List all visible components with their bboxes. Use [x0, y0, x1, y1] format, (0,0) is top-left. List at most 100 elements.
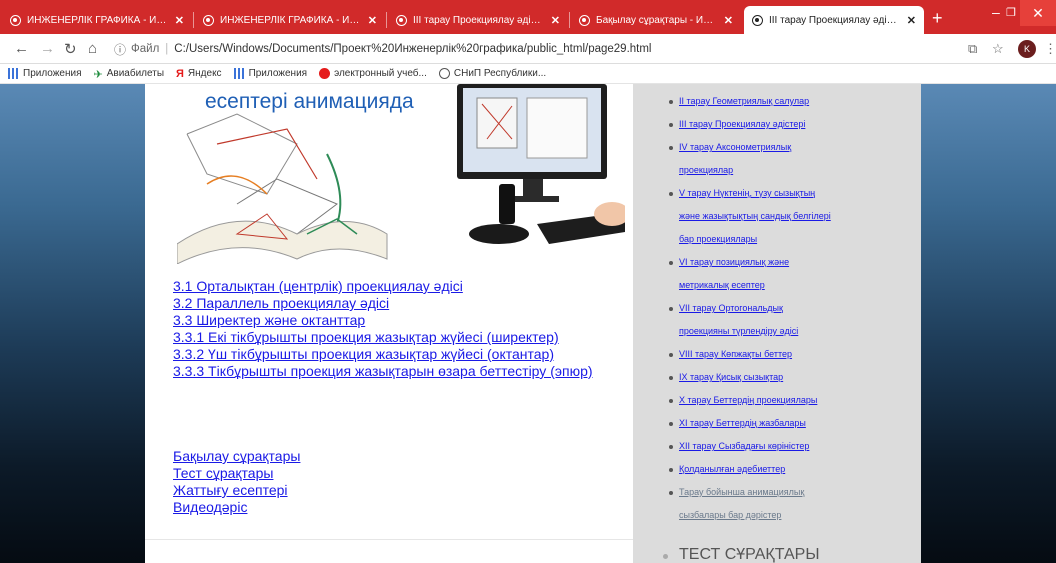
globe-icon — [579, 14, 590, 26]
sidebar-link[interactable]: VIII тарау Көпжақты беттер — [679, 349, 792, 359]
bullet-icon — [669, 100, 673, 104]
tab-label: III тарау Проекциялау әдістері — [413, 14, 545, 26]
bullet-icon — [669, 422, 673, 426]
bullet-icon — [669, 376, 673, 380]
tab-4[interactable]: Бақылау сұрақтары - ИНЖЕНЕ ✕ — [571, 6, 741, 34]
sidebar-link[interactable]: IX тарау Қисық сызықтар — [679, 372, 783, 382]
sidebar-link[interactable]: XI тарау Беттердің жазбалары — [679, 418, 806, 428]
tab-1[interactable]: ИНЖЕНЕРЛІК ГРАФИКА - ИНЖ ✕ — [2, 6, 192, 34]
sidebar-link[interactable]: VI тарау позициялық және — [679, 257, 789, 267]
apps-grid-icon — [8, 68, 19, 79]
sidebar-item: XII тарау Сызбадағы көріністер — [669, 435, 909, 458]
sidebar-link[interactable]: V тарау Нүктенің, түзу сызықтың — [679, 188, 815, 198]
yandex-icon: Я — [176, 68, 184, 80]
toc-link-3-3-1[interactable]: 3.3.1 Екі тікбұрышты проекция жазықтар ж… — [173, 329, 613, 346]
sidebar-link-cont[interactable]: сызбалары бар дәрістер — [679, 504, 909, 527]
tab-3[interactable]: III тарау Проекциялау әдістері ✕ — [388, 6, 568, 34]
test-questions-link[interactable]: Тест сұрақтары — [173, 465, 473, 482]
chapter-toc: 3.1 Орталықтан (центрлік) проекциялау әд… — [173, 278, 613, 380]
bullet-icon — [669, 491, 673, 495]
bookmark-yandex[interactable]: Я Яндекс — [176, 68, 222, 80]
bookmark-aviabilety[interactable]: ✈ Авиабилеты — [94, 68, 165, 81]
sidebar-item: Қолданылған әдебиеттер — [669, 458, 909, 481]
control-questions-link[interactable]: Бақылау сұрақтары — [173, 448, 473, 465]
sidebar-item: X тарау Беттердің проекциялары — [669, 389, 909, 412]
restore-icon[interactable]: ❐ — [1006, 6, 1016, 19]
bullet-icon — [669, 123, 673, 127]
bookmarks-bar: Приложения ✈ Авиабилеты Я Яндекс Приложе… — [0, 64, 1056, 84]
address-bar[interactable]: ⓘ Файл | C:/Users/Windows/Documents/Прое… — [114, 39, 944, 59]
bullet-icon — [669, 468, 673, 472]
close-icon[interactable]: ✕ — [724, 14, 733, 27]
back-icon[interactable]: ← — [14, 40, 29, 57]
divider — [145, 539, 633, 540]
sidebar-item: IV тарау Аксонометриялық проекциялар — [669, 136, 909, 182]
bookmark-apps-2[interactable]: Приложения — [233, 68, 307, 79]
sidebar: II тарау Геометриялық салулар III тарау … — [633, 84, 921, 563]
sidebar-link[interactable]: XII тарау Сызбадағы көріністер — [679, 441, 809, 451]
sidebar-heading: ТЕСТ СҰРАҚТАРЫ — [679, 546, 820, 563]
bookmark-star-icon[interactable]: ☆ — [992, 41, 1004, 57]
bookmark-apps[interactable]: Приложения — [8, 68, 82, 79]
tab-label: ИНЖЕНЕРЛІК ГРАФИКА - ИНЖ — [220, 14, 362, 26]
tab-divider — [386, 12, 387, 28]
exercises-link[interactable]: Жаттығу есептері — [173, 482, 473, 499]
info-icon[interactable]: ⓘ — [114, 41, 126, 58]
tab-2[interactable]: ИНЖЕНЕРЛІК ГРАФИКА - ИНЖ ✕ — [195, 6, 385, 34]
sidebar-link[interactable]: II тарау Геометриялық салулар — [679, 96, 809, 106]
globe-icon — [396, 14, 407, 26]
sidebar-item: VIII тарау Көпжақты беттер — [669, 343, 909, 366]
forward-icon[interactable]: → — [40, 40, 55, 57]
tab-label: ИНЖЕНЕРЛІК ГРАФИКА - ИНЖ — [27, 14, 169, 26]
sidebar-link-cont[interactable]: бар проекциялары — [679, 228, 909, 251]
tab-label: Бақылау сұрақтары - ИНЖЕНЕ — [596, 14, 718, 26]
sidebar-link[interactable]: III тарау Проекциялау әдістері — [679, 119, 805, 129]
sidebar-link[interactable]: IV тарау Аксонометриялық — [679, 142, 791, 152]
new-tab-button[interactable]: + — [932, 8, 943, 29]
video-lecture-link[interactable]: Видеодәріс — [173, 499, 473, 516]
sidebar-item: II тарау Геометриялық салулар — [669, 90, 909, 113]
apps-grid-icon — [233, 68, 245, 79]
toc-link-3-2[interactable]: 3.2 Параллель проекциялау әдісі — [173, 295, 613, 312]
sidebar-link[interactable]: Қолданылған әдебиеттер — [679, 464, 785, 474]
window-close-button[interactable]: ✕ — [1020, 0, 1056, 26]
globe-icon — [203, 14, 214, 26]
tab-divider — [569, 12, 570, 28]
tab-5-active[interactable]: III тарау Проекциялау әдістері ✕ — [744, 6, 924, 34]
sidebar-link[interactable]: Тарау бойынша анимациялық — [679, 487, 804, 497]
sidebar-link[interactable]: X тарау Беттердің проекциялары — [679, 395, 817, 405]
sidebar-link-cont[interactable]: проекцияны түрлендіру әдісі — [679, 320, 909, 343]
sidebar-link-cont[interactable]: проекциялар — [679, 159, 909, 182]
bullet-icon — [669, 261, 673, 265]
bullet-icon — [663, 554, 668, 559]
sidebar-item: Тарау бойынша анимациялық сызбалары бар д… — [669, 481, 909, 527]
menu-icon[interactable]: ⋮ — [1044, 41, 1056, 57]
globe-icon — [752, 14, 763, 26]
home-icon[interactable]: ⌂ — [88, 40, 97, 57]
bullet-icon — [669, 192, 673, 196]
url-separator: | — [165, 43, 169, 55]
toc-link-3-3[interactable]: 3.3 Ширектер және октанттар — [173, 312, 613, 329]
sidebar-link-cont[interactable]: метрикалық есептер — [679, 274, 909, 297]
reload-icon[interactable]: ↻ — [64, 40, 77, 58]
close-icon[interactable]: ✕ — [175, 14, 184, 27]
sidebar-item: XI тарау Беттердің жазбалары — [669, 412, 909, 435]
translate-icon[interactable]: ⧉ — [968, 41, 977, 57]
sidebar-link-cont[interactable]: және жазықтықтың сандық белгілері — [679, 205, 909, 228]
toc-link-3-1[interactable]: 3.1 Орталықтан (центрлік) проекциялау әд… — [173, 278, 613, 295]
close-icon[interactable]: ✕ — [907, 14, 916, 27]
bookmark-electronic-textbook[interactable]: электронный учеб... — [319, 68, 427, 79]
globe-icon — [438, 68, 450, 79]
close-icon[interactable]: ✕ — [551, 14, 560, 27]
profile-avatar[interactable]: K — [1018, 40, 1036, 58]
bookmark-snip[interactable]: СНиП Республики... — [438, 68, 546, 79]
sidebar-link[interactable]: VII тарау Ортогональдық — [679, 303, 783, 313]
toc-link-3-3-2[interactable]: 3.3.2 Үш тікбұрышты проекция жазықтар жү… — [173, 346, 613, 363]
sidebar-item: III тарау Проекциялау әдістері — [669, 113, 909, 136]
bullet-icon — [669, 307, 673, 311]
sidebar-item: VII тарау Ортогональдық проекцияны түрлен… — [669, 297, 909, 343]
minimize-icon[interactable]: – — [992, 4, 1000, 20]
close-icon[interactable]: ✕ — [368, 14, 377, 27]
sidebar-chapter-list: II тарау Геометриялық салулар III тарау … — [669, 90, 909, 527]
toc-link-3-3-3[interactable]: 3.3.3 Тікбұрышты проекция жазықтарын өза… — [173, 363, 613, 380]
